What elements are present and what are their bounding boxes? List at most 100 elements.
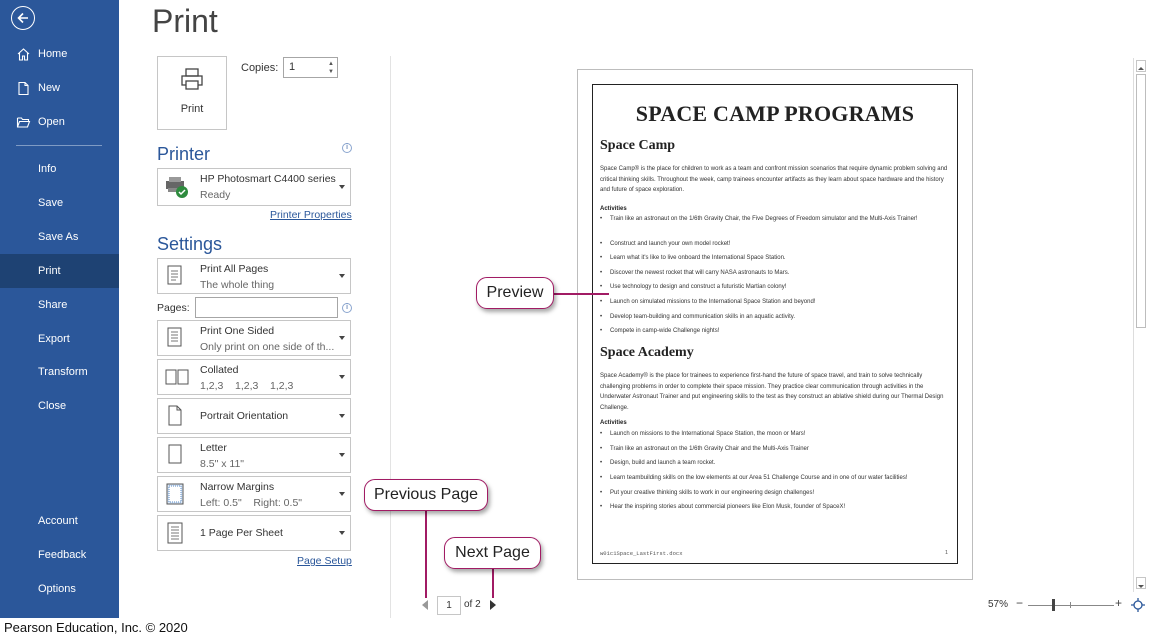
preview-page: SPACE CAMP PROGRAMS Space Camp Space Cam… — [592, 84, 958, 564]
sidebar-item-export[interactable]: Export — [0, 322, 119, 356]
margins-subtitle: Left: 0.5" Right: 0.5" — [200, 497, 303, 509]
chevron-down-icon — [339, 492, 345, 496]
page-count: of 2 — [464, 599, 481, 610]
print-range-title: Print All Pages — [200, 263, 269, 275]
callout-leader-line — [425, 510, 427, 598]
sidebar-item-label: Close — [38, 400, 67, 412]
zoom-level[interactable]: 57% — [988, 599, 1008, 610]
print-range-select[interactable]: Print All Pages The whole thing — [157, 258, 351, 294]
list-item: Develop team-building and communication … — [600, 313, 950, 321]
info-icon[interactable]: i — [342, 303, 352, 313]
activities-label: Activities — [600, 206, 627, 212]
vertical-scrollbar[interactable] — [1133, 58, 1147, 592]
sidebar-item-save-as[interactable]: Save As — [0, 220, 119, 254]
callout-leader-line — [492, 569, 494, 598]
page-setup-link[interactable]: Page Setup — [297, 555, 352, 567]
chevron-down-icon — [339, 274, 345, 278]
sidebar-item-label: Open — [38, 116, 65, 128]
copies-stepper[interactable]: 1 ▲ ▼ — [283, 57, 338, 78]
zoom-slider[interactable] — [1028, 605, 1114, 606]
orientation-select[interactable]: Portrait Orientation — [157, 398, 351, 434]
sidebar-item-info[interactable]: Info — [0, 152, 119, 186]
scroll-up-icon[interactable] — [1136, 60, 1146, 72]
list-item: Use technology to design and construct a… — [600, 283, 950, 291]
spin-down-icon[interactable]: ▼ — [327, 68, 335, 76]
back-arrow-icon[interactable] — [11, 6, 35, 30]
zoom-slider-thumb[interactable] — [1052, 599, 1055, 611]
sidebar-item-print[interactable]: Print — [0, 254, 119, 288]
sidebar-item-share[interactable]: Share — [0, 288, 119, 322]
sidebar-item-label: Account — [38, 515, 78, 527]
doc-title: SPACE CAMP PROGRAMS — [635, 101, 915, 126]
sidebar-item-label: Home — [38, 48, 68, 60]
sides-title: Print One Sided — [200, 325, 275, 337]
previous-page-icon[interactable] — [422, 600, 428, 610]
pages-icon — [167, 265, 182, 285]
list-item: Compete in camp-wide Challenge nights! — [600, 327, 950, 335]
per-sheet-title: 1 Page Per Sheet — [200, 527, 283, 539]
settings-heading: Settings — [157, 234, 223, 254]
sidebar-item-transform[interactable]: Transform — [0, 355, 119, 389]
sidebar-item-label: Save — [38, 197, 64, 209]
print-preview[interactable]: SPACE CAMP PROGRAMS Space Camp Space Cam… — [577, 69, 973, 580]
list-item: Learn what it's like to live onboard the… — [600, 254, 950, 262]
list-item: Train like an astronaut on the 1/6th Gra… — [600, 215, 950, 223]
orientation-title: Portrait Orientation — [200, 410, 289, 422]
scroll-thumb[interactable] — [1136, 74, 1146, 328]
sidebar-item-new[interactable]: New — [0, 71, 119, 105]
page-number-input[interactable]: 1 — [437, 596, 461, 615]
print-button[interactable]: Print — [157, 56, 227, 130]
collation-subtitle: 1,2,3 1,2,3 1,2,3 — [200, 380, 294, 392]
scroll-down-icon[interactable] — [1136, 577, 1146, 589]
printer-name: HP Photosmart C4400 series — [200, 173, 336, 185]
folder-open-icon — [16, 117, 31, 128]
sidebar-item-label: Export — [38, 333, 70, 345]
sidebar-item-options[interactable]: Options — [0, 572, 119, 606]
copies-value: 1 — [289, 61, 296, 73]
info-icon[interactable]: i — [342, 143, 352, 153]
sidebar-item-label: Feedback — [38, 549, 87, 561]
margins-icon — [166, 483, 184, 505]
per-sheet-select[interactable]: 1 Page Per Sheet — [157, 515, 351, 551]
collated-icon — [165, 369, 189, 385]
sidebar-item-feedback[interactable]: Feedback — [0, 538, 119, 572]
backstage-sidebar: Home New Open Info Save Save As Print Sh… — [0, 0, 119, 618]
copyright-caption: Pearson Education, Inc. © 2020 — [4, 620, 188, 635]
sidebar-item-close[interactable]: Close — [0, 389, 119, 423]
one-sided-icon — [167, 327, 182, 347]
pages-input[interactable] — [195, 297, 338, 318]
sidebar-item-label: Print — [38, 265, 61, 277]
zoom-out-button[interactable]: − — [1016, 596, 1023, 610]
section-paragraph: Space Camp® is the place for children to… — [600, 166, 948, 193]
home-icon — [17, 48, 30, 61]
spin-up-icon[interactable]: ▲ — [327, 60, 335, 68]
collation-title: Collated — [200, 364, 239, 376]
zoom-to-page-icon[interactable] — [1131, 598, 1145, 612]
next-page-icon[interactable] — [490, 600, 496, 610]
sidebar-item-open[interactable]: Open — [0, 105, 119, 139]
margins-select[interactable]: Narrow Margins Left: 0.5" Right: 0.5" — [157, 476, 351, 512]
sidebar-item-home[interactable]: Home — [0, 37, 119, 71]
new-document-icon — [18, 81, 29, 96]
printer-heading: Printer — [157, 144, 211, 164]
printer-ready-icon — [166, 177, 188, 198]
print-button-label: Print — [180, 103, 204, 115]
preview-callout: Preview — [476, 277, 554, 309]
sidebar-item-label: Transform — [38, 366, 88, 378]
paper-size-select[interactable]: Letter 8.5" x 11" — [157, 437, 351, 473]
zoom-in-button[interactable]: + — [1115, 596, 1122, 610]
printer-select[interactable]: HP Photosmart C4400 series Ready — [157, 168, 351, 206]
previous-page-callout: Previous Page — [364, 479, 488, 511]
list-item: Learn teambuilding skills on the low ele… — [600, 474, 950, 482]
printer-properties-link[interactable]: Printer Properties — [270, 209, 352, 221]
section-heading: Space Camp — [600, 138, 676, 153]
sides-select[interactable]: Print One Sided Only print on one side o… — [157, 320, 351, 356]
collation-select[interactable]: Collated 1,2,3 1,2,3 1,2,3 — [157, 359, 351, 395]
list-item: Put your creative thinking skills to wor… — [600, 489, 950, 497]
section-paragraph: Space Academy® is the place for trainees… — [600, 373, 944, 411]
sidebar-item-account[interactable]: Account — [0, 504, 119, 538]
sidebar-item-save[interactable]: Save — [0, 186, 119, 220]
section-heading: Space Academy — [600, 345, 694, 360]
callout-leader-line — [553, 293, 609, 295]
zoom-center-tick — [1070, 602, 1071, 608]
